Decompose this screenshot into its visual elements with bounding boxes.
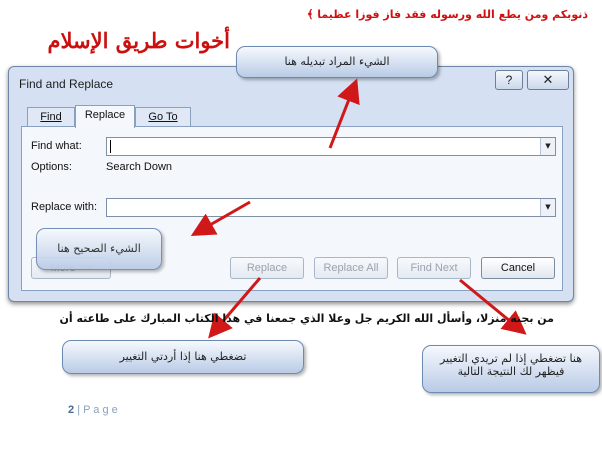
tab-replace-label: Replace — [84, 109, 126, 121]
annotation-arrows — [190, 78, 527, 339]
page-number: 2 — [68, 404, 75, 416]
footer-separator: | — [77, 404, 81, 416]
tab-replace[interactable]: Replace — [75, 105, 135, 128]
arrow-to-replace-button — [208, 277, 262, 339]
body-text-line: من بجنه منزلا، وأسأل الله الكريم جل وعلا… — [59, 312, 554, 325]
arrow-to-replace-with — [190, 200, 251, 236]
page-footer: 2 | P a g e — [68, 404, 118, 416]
page-word: P a g e — [83, 404, 118, 416]
arrow-to-find-what — [328, 78, 360, 149]
